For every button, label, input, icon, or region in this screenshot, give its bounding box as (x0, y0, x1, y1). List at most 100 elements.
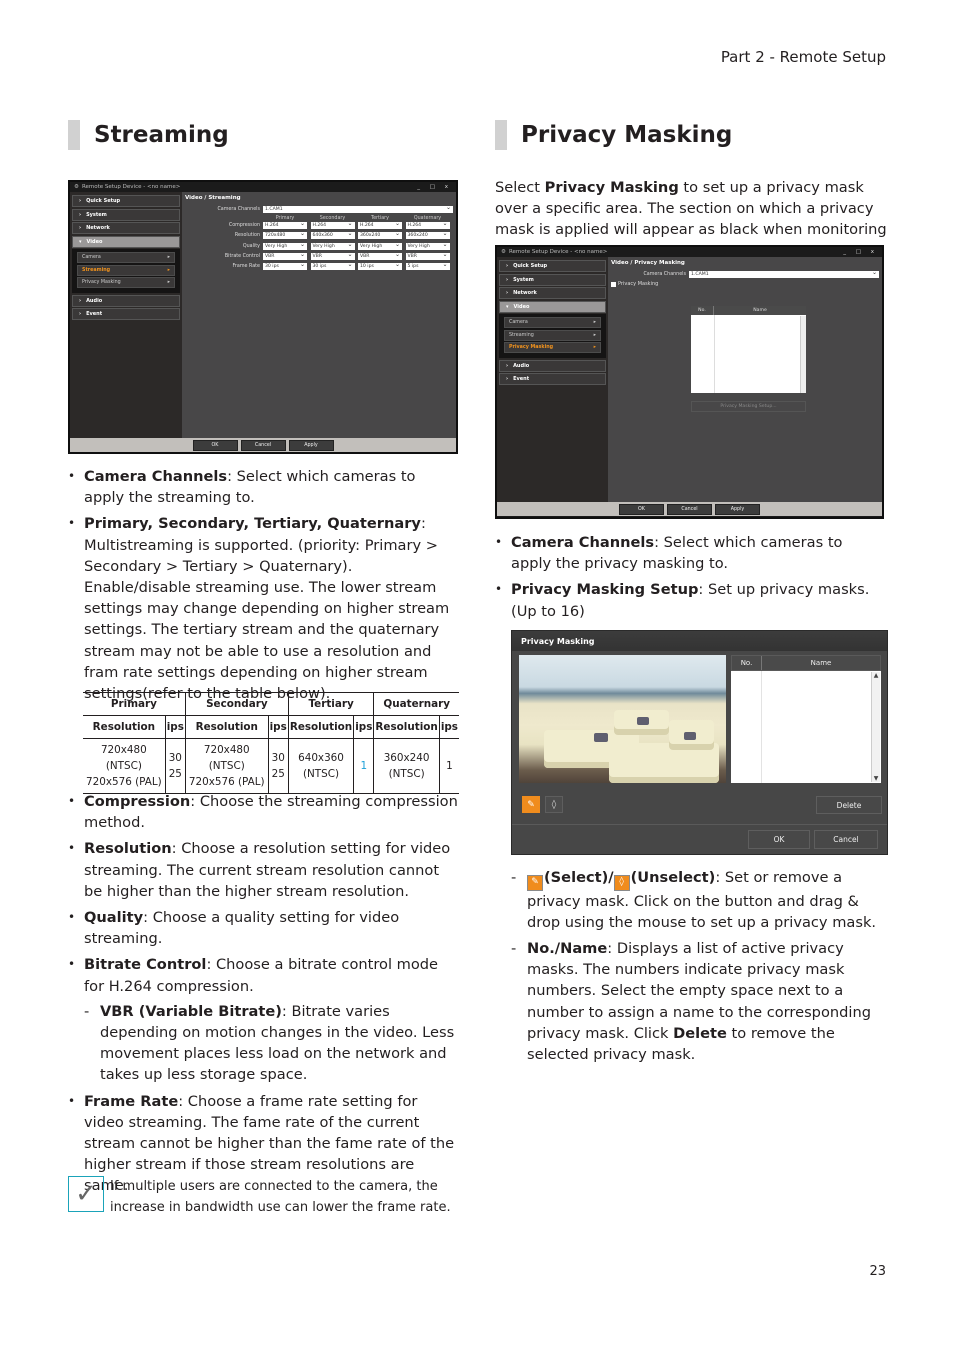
table-cell: 30 25 (267, 738, 289, 794)
resolution-secondary[interactable]: 640x360 (310, 230, 355, 240)
mask-list: No. Name ▲ ▼ (731, 655, 881, 783)
mask-list-scrollbar[interactable]: ▲ ▼ (871, 672, 880, 782)
nav-audio[interactable]: › Audio (72, 294, 180, 307)
privacy-masking-setup-button[interactable]: Privacy Masking Setup... (691, 401, 806, 412)
window-footer: OK Cancel Apply (497, 502, 882, 516)
apply-button[interactable]: Apply (715, 503, 760, 515)
compression-secondary[interactable]: H.264 (310, 220, 355, 230)
table-cell: 30 25 (164, 738, 186, 794)
compression-row: Compression H.264 H.264 H.264 H.264 (185, 220, 453, 230)
privacy-window: ⚙ Remote Setup Device - <no name> _ □ x … (495, 245, 884, 519)
camera-channels-select[interactable]: 1.CAM1 (263, 204, 453, 213)
bullet-bitrate-control: Bitrate Control: Choose a bitrate contro… (68, 954, 460, 1085)
main-title: Video / Privacy Masking (611, 260, 685, 266)
scroll-up-icon[interactable]: ▲ (872, 672, 880, 679)
window-titlebar: ⚙ Remote Setup Device - <no name> _ □ x (497, 247, 882, 257)
streaming-bullets-bottom: Compression: Choose the streaming compre… (68, 791, 460, 1202)
quality-tertiary[interactable]: Very High (358, 241, 402, 250)
resolution-primary[interactable]: 720x480 (263, 230, 307, 240)
resolution-tertiary[interactable]: 360x240 (358, 230, 402, 240)
framerate-quaternary[interactable]: 5 ips (405, 261, 450, 270)
subnav-streaming[interactable]: Streaming ▸ (504, 329, 601, 341)
resolution-row: Resolution 720x480 640x360 360x240 360x2… (185, 230, 453, 240)
dialog-cancel-button[interactable]: Cancel (814, 830, 878, 849)
dialog-title: Privacy Masking (512, 631, 887, 651)
col-no: No. (732, 656, 762, 670)
bitrate-quaternary[interactable]: VBR (405, 251, 450, 260)
delete-button[interactable]: Delete (816, 796, 882, 814)
camera-channels-select[interactable]: 1.CAM1 (689, 269, 879, 278)
privacy-masking-checkbox-row: Privacy Masking (611, 281, 879, 287)
window-controls[interactable]: _ □ x (417, 184, 452, 190)
nav-network[interactable]: › Network (499, 287, 606, 299)
th-sub: ips (353, 715, 374, 739)
video-subnav: Camera ▸ Streaming ▸ Privacy Masking ▸ (499, 314, 606, 358)
compression-primary[interactable]: H.264 (263, 220, 307, 230)
privacy-heading: Privacy Masking (495, 120, 732, 150)
subnav-streaming[interactable]: Streaming ▸ (77, 264, 175, 276)
checkmark-note-icon: ✓ (68, 1176, 104, 1212)
unselect-eraser-icon: ◊ (613, 874, 630, 891)
ok-button[interactable]: OK (619, 503, 664, 515)
nav-event[interactable]: › Event (499, 373, 606, 385)
quality-secondary[interactable]: Very High (310, 241, 355, 250)
framerate-secondary[interactable]: 30 ips (310, 261, 355, 270)
video-subnav: Camera ▸ Streaming ▸ Privacy Masking ▸ (72, 249, 180, 293)
privacy-masking-checkbox[interactable] (611, 281, 616, 287)
window-title: Remote Setup Device - <no name> (508, 249, 608, 255)
subnav-privacy-masking[interactable]: Privacy Masking ▸ (504, 342, 601, 353)
ok-button[interactable]: OK (192, 439, 238, 451)
th-sub: Resolution (373, 715, 440, 739)
privacy-bullets: Camera Channels: Select which cameras to… (495, 532, 887, 627)
gear-icon: ⚙ (74, 184, 79, 190)
unselect-eraser-icon[interactable]: ◊ (545, 796, 563, 813)
framerate-primary[interactable]: 30 ips (263, 261, 307, 270)
camera-preview[interactable] (519, 655, 726, 783)
heading-bar (68, 120, 80, 150)
streaming-title: Streaming (94, 122, 229, 148)
sidebar: › Quick Setup › System › Network ▾ Video Cam… (497, 257, 608, 502)
camera-channels-label: Camera Channels (643, 272, 686, 277)
resolution-quaternary[interactable]: 360x240 (405, 230, 450, 240)
bullet-camera-channels: Camera Channels: Select which cameras to… (495, 532, 887, 574)
dash-no-name: No./Name: Displays a list of active priv… (511, 938, 889, 1065)
nav-video[interactable]: ▾ Video (72, 235, 180, 248)
bitrate-secondary[interactable]: VBR (310, 251, 355, 260)
nav-audio[interactable]: › Audio (499, 359, 606, 372)
subnav-camera[interactable]: Camera ▸ (504, 317, 601, 328)
mask-list-scrollbar[interactable] (800, 316, 806, 393)
th-quaternary: Quaternary (373, 692, 459, 716)
th-primary: Primary (83, 692, 186, 716)
scroll-down-icon[interactable]: ▼ (872, 775, 880, 782)
compression-tertiary[interactable]: H.264 (358, 220, 402, 230)
apply-button[interactable]: Apply (288, 439, 334, 451)
dialog-ok-button[interactable]: OK (748, 830, 810, 849)
nav-system[interactable]: › System (499, 273, 606, 286)
nav-quick-setup[interactable]: › Quick Setup (499, 260, 606, 272)
nav-video[interactable]: ▾ Video (499, 300, 606, 313)
compression-quaternary[interactable]: H.264 (405, 220, 450, 230)
cancel-button[interactable]: Cancel (240, 439, 286, 451)
nav-event[interactable]: › Event (72, 308, 180, 320)
stream-spec-table: Primary Secondary Tertiary Quaternary Re… (83, 692, 459, 794)
bitrate-row: Bitrate Control VBR VBR VBR VBR (185, 251, 453, 260)
select-pencil-icon[interactable]: ✎ (522, 796, 540, 813)
nav-quick-setup[interactable]: › Quick Setup (72, 195, 180, 207)
table-row: 720x480 (NTSC) 720x576 (PAL) 30 25 720x480… (83, 738, 459, 794)
quality-quaternary[interactable]: Very High (405, 241, 450, 250)
bullet-quality: Quality: Choose a quality setting for vi… (68, 907, 460, 949)
framerate-tertiary[interactable]: 10 ips (358, 261, 402, 270)
window-controls[interactable]: _ □ x (843, 249, 878, 255)
table-cell: 720x480 (NTSC) 720x576 (PAL) (83, 738, 166, 794)
nav-network[interactable]: › Network (72, 222, 180, 234)
bitrate-tertiary[interactable]: VBR (358, 251, 402, 260)
bitrate-primary[interactable]: VBR (263, 251, 307, 260)
subnav-privacy-masking[interactable]: Privacy Masking ▸ (77, 277, 175, 288)
quality-row: Quality Very High Very High Very High Ve… (185, 241, 453, 250)
th-tertiary: Tertiary (287, 692, 374, 716)
th-sub: ips (164, 715, 186, 739)
subnav-camera[interactable]: Camera ▸ (77, 252, 175, 263)
cancel-button[interactable]: Cancel (667, 503, 712, 515)
quality-primary[interactable]: Very High (263, 241, 307, 250)
nav-system[interactable]: › System (72, 208, 180, 221)
